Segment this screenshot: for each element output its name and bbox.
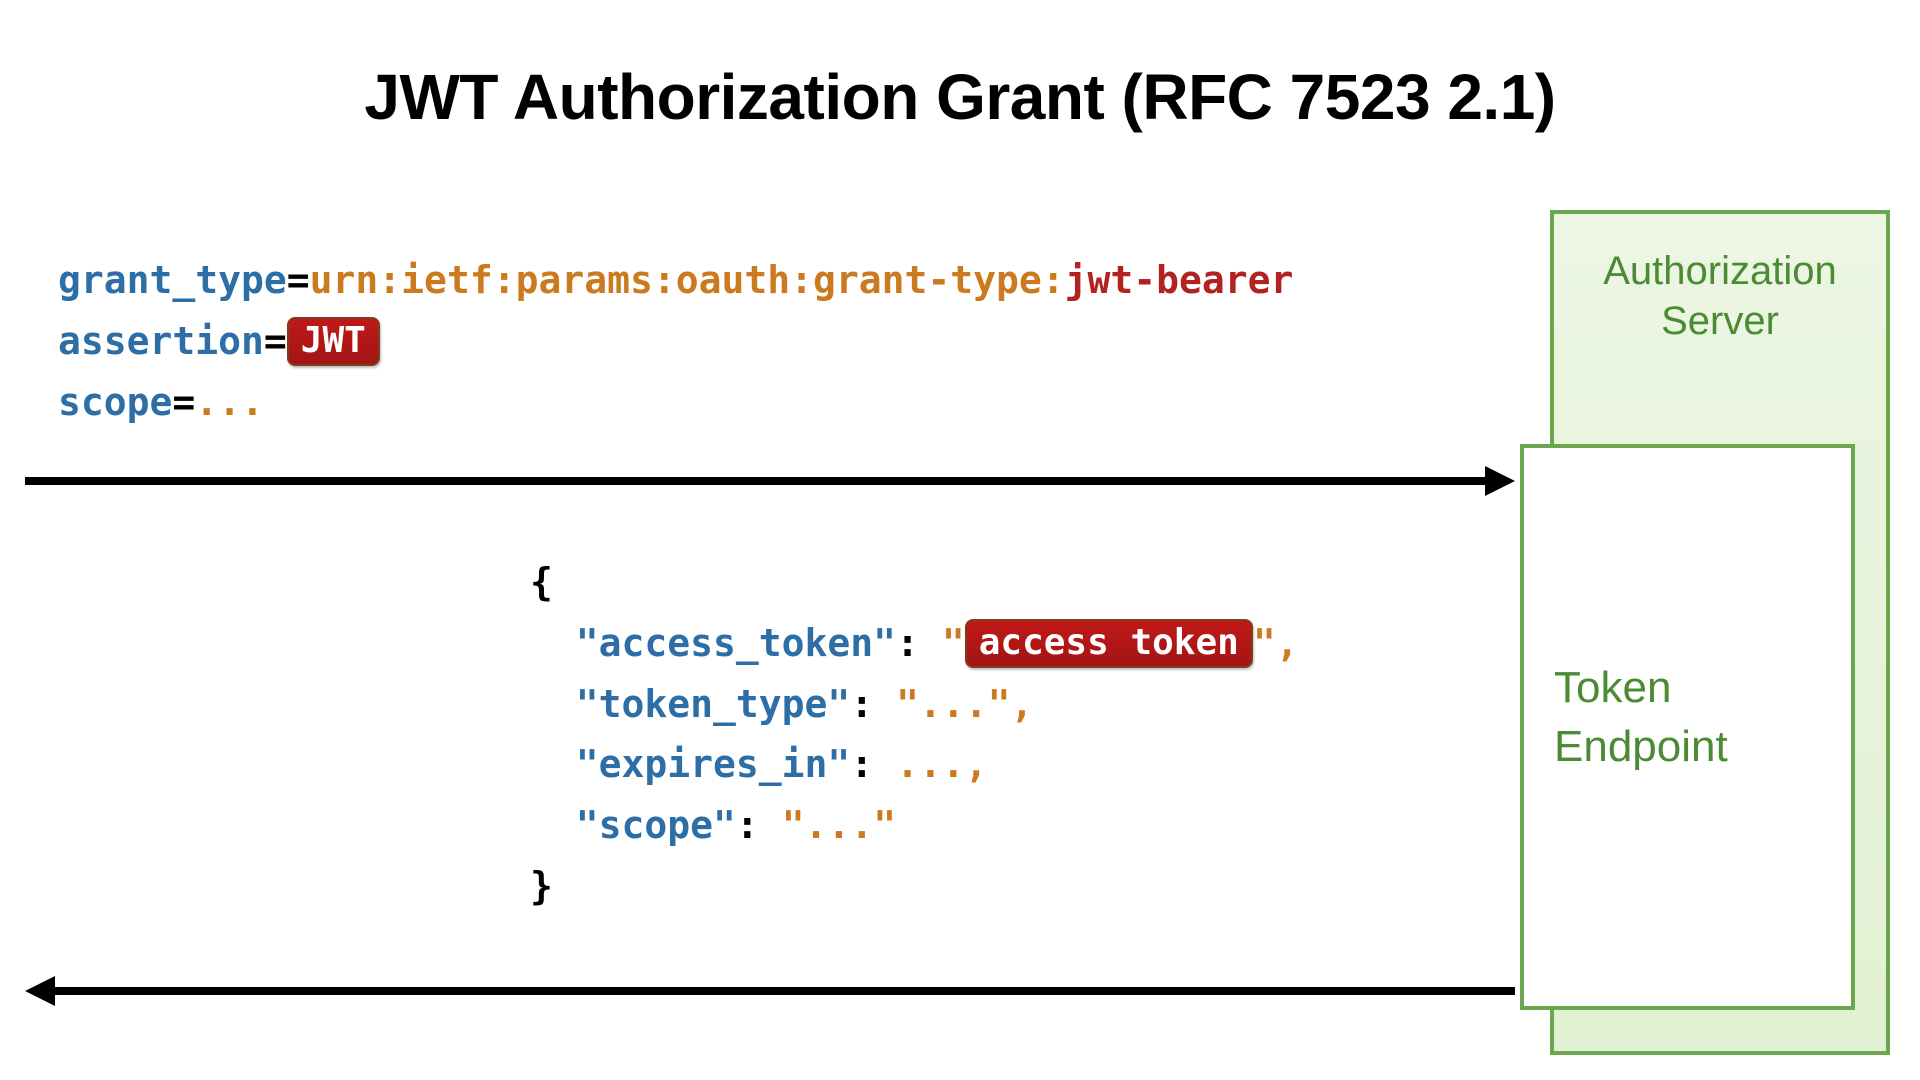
request-arrow-icon	[25, 466, 1515, 496]
jwt-badge: JWT	[287, 317, 380, 366]
expires-in-line: "expires_in": ...,	[530, 734, 1299, 795]
assertion-key: assertion	[58, 319, 264, 363]
grant-type-urn: urn:ietf:params:oauth:grant-type:	[310, 258, 1065, 302]
open-brace: {	[530, 552, 1299, 613]
token-type-key: "token_type"	[576, 682, 851, 726]
equals-sign: =	[287, 258, 310, 302]
token-type-line: "token_type": "...",	[530, 674, 1299, 735]
authorization-server-label: AuthorizationServer	[1554, 214, 1886, 346]
slide-title: JWT Authorization Grant (RFC 7523 2.1)	[0, 60, 1920, 134]
response-arrow-icon	[25, 976, 1515, 1006]
scope-line: "scope": "..."	[530, 795, 1299, 856]
expires-in-key: "expires_in"	[576, 742, 851, 786]
response-json: { "access_token": "access token", "token…	[530, 552, 1299, 917]
scope-value: ...	[195, 380, 264, 424]
assertion-line: assertion=JWT	[58, 311, 1293, 372]
expires-in-value: ...,	[896, 742, 988, 786]
access-token-badge: access token	[965, 619, 1253, 668]
close-brace: }	[530, 856, 1299, 917]
grant-type-jwt-bearer: jwt-bearer	[1065, 258, 1294, 302]
resp-scope-key: "scope"	[576, 803, 736, 847]
scope-line: scope=...	[58, 372, 1293, 433]
scope-key: scope	[58, 380, 172, 424]
grant-type-line: grant_type=urn:ietf:params:oauth:grant-t…	[58, 250, 1293, 311]
equals-sign: =	[172, 380, 195, 424]
token-type-value: "...",	[896, 682, 1033, 726]
colon: :	[850, 682, 873, 726]
quote-open: "	[942, 621, 965, 665]
grant-type-key: grant_type	[58, 258, 287, 302]
quote-close: ",	[1253, 621, 1299, 665]
request-parameters: grant_type=urn:ietf:params:oauth:grant-t…	[58, 250, 1293, 432]
resp-scope-value: "..."	[782, 803, 896, 847]
colon: :	[736, 803, 759, 847]
token-endpoint-box: TokenEndpoint	[1520, 444, 1855, 1010]
equals-sign: =	[264, 319, 287, 363]
colon: :	[896, 621, 919, 665]
access-token-line: "access_token": "access token",	[530, 613, 1299, 674]
access-token-key: "access_token"	[576, 621, 896, 665]
token-endpoint-label: TokenEndpoint	[1524, 448, 1851, 777]
colon: :	[850, 742, 873, 786]
